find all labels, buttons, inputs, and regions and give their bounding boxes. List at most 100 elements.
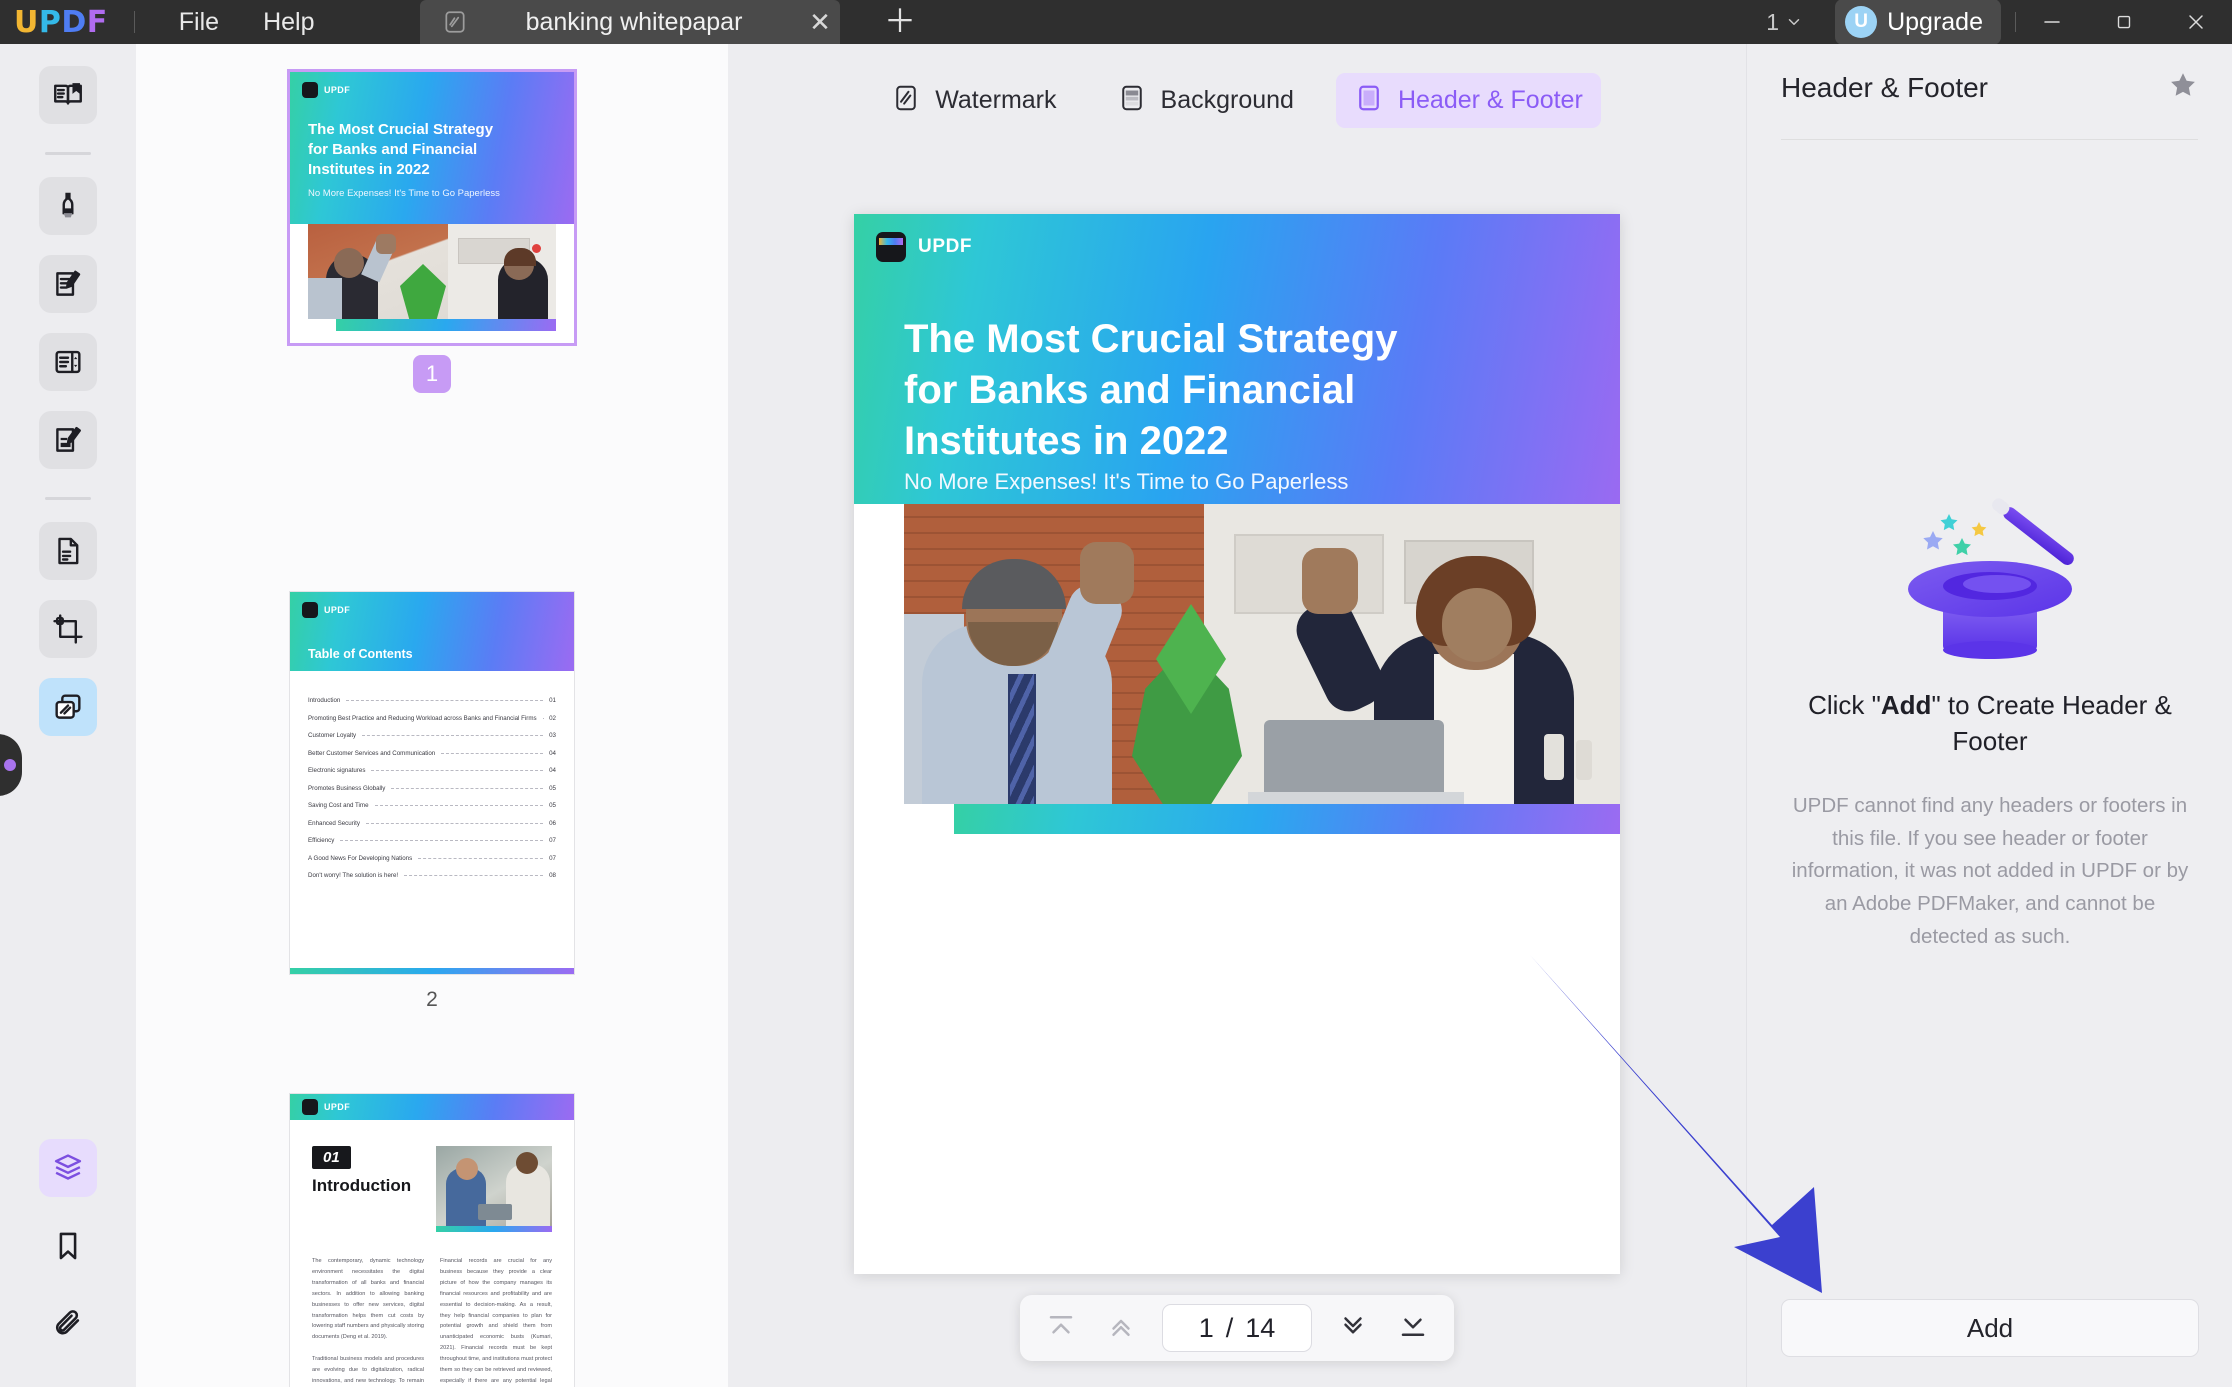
previous-page-icon [1106, 1311, 1136, 1346]
window-count-value: 1 [1766, 8, 1780, 35]
page-separator: / [1225, 1312, 1234, 1343]
thumbnail-page-3[interactable]: UPDF 01 Introduction The contemporary, d… [290, 1094, 574, 1387]
empty-state: Click "Add" to Create Header & Footer UP… [1747, 484, 2232, 954]
header-footer-icon [1354, 83, 1384, 118]
tool-rail [0, 44, 136, 1387]
total-page-count: 14 [1245, 1312, 1276, 1343]
layers-icon [51, 1151, 85, 1185]
add-header-footer-button[interactable]: Add [1781, 1299, 2199, 1357]
attachment-icon [51, 1307, 85, 1341]
thumbnail-item-3[interactable]: UPDF 01 Introduction The contemporary, d… [136, 1094, 728, 1387]
toc-row: Enhanced Security 06 [308, 819, 556, 827]
thumb3-heading: Introduction [312, 1176, 412, 1195]
minimize-button[interactable] [2016, 0, 2088, 44]
jump-to-first-page-icon [1046, 1311, 1076, 1346]
add-button-label: Add [1966, 1312, 2014, 1343]
rail-item-crop[interactable] [39, 600, 97, 658]
previous-page-button[interactable] [1094, 1305, 1148, 1351]
rail-item-edit-pdf[interactable] [39, 255, 97, 313]
tab-background[interactable]: Background [1099, 73, 1312, 128]
new-tab-plus-icon[interactable]: ＋ [880, 4, 920, 40]
document-title: The Most Crucial Strategy for Banks and … [904, 314, 1504, 468]
menu-file[interactable]: File [157, 4, 241, 41]
title-bar: UPDF File Help banking whitepapar ✕ ＋ 1 … [0, 0, 2232, 45]
tab-header-footer[interactable]: Header & Footer [1335, 72, 1601, 128]
watermark-icon [891, 83, 921, 118]
thumbnail-page-number-1: 1 [413, 355, 451, 393]
updf-logo: UPDF [14, 4, 108, 40]
updf-mark-icon [302, 602, 318, 618]
document-title-line-1: The Most Crucial Strategy [904, 317, 1398, 361]
document-scroll-area[interactable]: UPDF The Most Crucial Strategy for Banks… [728, 154, 1746, 1387]
thumb3-logo: UPDF [302, 1099, 350, 1115]
jump-to-first-page-button[interactable] [1034, 1305, 1088, 1351]
thumbnail-item-2[interactable]: UPDF Table of Contents Introduction 01 Pr… [136, 592, 728, 1012]
document-hero-photo [904, 504, 1620, 804]
rail-divider-2 [45, 497, 91, 500]
thumbnail-page-2[interactable]: UPDF Table of Contents Introduction 01 Pr… [290, 592, 574, 974]
document-accent-bar [954, 804, 1620, 834]
updf-mark-icon [302, 82, 318, 98]
rail-item-reader[interactable] [39, 66, 97, 124]
page-navigation-icon [51, 345, 85, 379]
thumbnail-page-1[interactable]: UPDF The Most Crucial Strategy for Banks… [290, 72, 574, 343]
background-icon [1117, 83, 1147, 118]
toc-row: A Good News For Developing Nations 07 [308, 854, 556, 862]
thumb2-toc-list: Introduction 01 Promoting Best Practice a… [290, 671, 574, 908]
tab-header-footer-label: Header & Footer [1397, 85, 1583, 114]
jump-to-last-page-button[interactable] [1386, 1305, 1440, 1351]
document-tab[interactable]: banking whitepapar ✕ [420, 0, 840, 44]
close-icon [2189, 15, 2203, 29]
tab-title: banking whitepapar [525, 7, 743, 36]
highlighter-icon [51, 189, 85, 223]
panel-title: Header & Footer [1781, 71, 1988, 103]
rail-item-convert[interactable] [39, 522, 97, 580]
pdf-file-icon [442, 9, 468, 35]
rail-item-page[interactable] [39, 333, 97, 391]
window-count-dropdown[interactable]: 1 [1756, 9, 1813, 36]
avatar: U [1845, 6, 1878, 38]
updf-mark-icon [302, 1099, 318, 1115]
tab-close-icon[interactable]: ✕ [800, 7, 840, 38]
rail-item-watermark-background[interactable] [39, 1139, 97, 1197]
app-body: UPDF The Most Crucial Strategy for Banks… [0, 44, 2232, 1387]
jump-to-last-page-icon [1398, 1311, 1428, 1346]
document-page-1[interactable]: UPDF The Most Crucial Strategy for Banks… [854, 214, 1620, 1274]
toc-row: Electronic signatures 04 [308, 767, 556, 774]
rail-item-attachment[interactable] [39, 1295, 97, 1353]
close-window-button[interactable] [2160, 0, 2232, 44]
document-viewer: Watermark Background Header & Footer UPD… [728, 44, 1746, 1387]
thumb2-accent-bar [290, 967, 574, 974]
thumbnail-item-1[interactable]: UPDF The Most Crucial Strategy for Banks… [136, 72, 728, 393]
tab-watermark[interactable]: Watermark [873, 73, 1074, 128]
page-thumbnail-panel[interactable]: UPDF The Most Crucial Strategy for Banks… [136, 44, 728, 1387]
tab-watermark-label: Watermark [935, 85, 1057, 114]
rail-item-comment[interactable] [39, 177, 97, 235]
rail-item-bookmark[interactable] [39, 1217, 97, 1275]
crop-icon [51, 612, 85, 646]
thumb3-logo-text: UPDF [324, 1102, 351, 1112]
tab-background-label: Background [1160, 85, 1294, 114]
thumb1-photo [308, 224, 556, 319]
upgrade-button[interactable]: U Upgrade [1835, 0, 2001, 45]
convert-icon [51, 534, 85, 568]
thumb3-photo-accent [436, 1226, 552, 1232]
document-title-line-2: for Banks and Financial [904, 368, 1356, 413]
magic-hat-wand-icon [1908, 498, 2074, 659]
sign-icon [51, 423, 85, 457]
maximize-icon [2117, 15, 2131, 29]
menu-help[interactable]: Help [241, 4, 336, 41]
thumb1-title-line-3: Institutes in 2022 [308, 160, 430, 178]
document-subtitle: No More Expenses! It's Time to Go Paperl… [904, 469, 1349, 494]
rail-item-batch[interactable] [39, 678, 97, 736]
page-number-input[interactable]: 1 / 14 [1162, 1304, 1312, 1352]
rail-item-sign[interactable] [39, 411, 97, 469]
next-page-button[interactable] [1326, 1305, 1380, 1351]
page-navigation-toolbar: 1 / 14 [1020, 1295, 1454, 1361]
empty-state-description: UPDF cannot find any headers or footers … [1791, 793, 2189, 948]
toc-row: Better Customer Services and Communicati… [308, 749, 556, 757]
toc-row: Introduction 01 [308, 697, 556, 704]
thumb2-logo: UPDF [302, 602, 350, 618]
maximize-button[interactable] [2088, 0, 2160, 44]
favorite-star-icon[interactable] [2168, 70, 2198, 105]
